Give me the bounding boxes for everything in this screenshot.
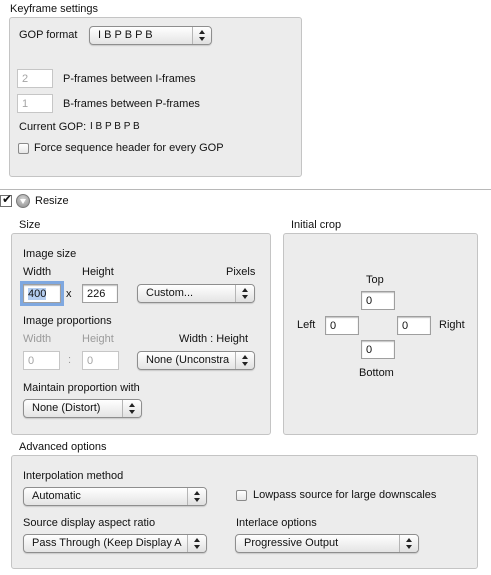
- ratio-label: Width : Height: [179, 333, 249, 345]
- b-frames-label: B-frames between P-frames: [63, 98, 200, 110]
- keyframe-settings-title: Keyframe settings: [10, 3, 99, 15]
- b-frames-field[interactable]: 1: [17, 94, 53, 113]
- interpolation-value: Automatic: [32, 490, 81, 502]
- crop-left-label: Left: [297, 319, 316, 331]
- ratio-preset-popup[interactable]: None (Unconstra: [137, 351, 255, 370]
- aspect-ratio-value: Pass Through (Keep Display A: [32, 537, 182, 549]
- p-frames-field[interactable]: 2: [17, 69, 53, 88]
- section-divider: [0, 189, 491, 190]
- prop-height-field[interactable]: 0: [82, 351, 119, 370]
- prop-width-field[interactable]: 0: [23, 351, 60, 370]
- image-proportions-label: Image proportions: [23, 315, 112, 327]
- aspect-ratio-popup[interactable]: Pass Through (Keep Display A: [23, 534, 207, 553]
- aspect-ratio-label: Source display aspect ratio: [23, 517, 156, 529]
- resize-label: Resize: [35, 195, 69, 207]
- initial-crop-title: Initial crop: [291, 219, 342, 231]
- popup-arrows-icon: [235, 285, 254, 302]
- popup-arrows-icon: [235, 352, 254, 369]
- size-preset-popup[interactable]: Custom...: [137, 284, 255, 303]
- popup-arrows-icon: [399, 535, 418, 552]
- gop-format-label: GOP format: [19, 29, 78, 41]
- popup-arrows-icon: [122, 400, 141, 417]
- popup-arrows-icon: [192, 27, 211, 44]
- current-gop-value: I B P B P B: [90, 121, 140, 132]
- width-field[interactable]: 400: [20, 281, 64, 306]
- p-frames-label: P-frames between I-frames: [63, 73, 196, 85]
- height-label: Height: [82, 266, 114, 278]
- lowpass-label: Lowpass source for large downscales: [253, 489, 437, 501]
- size-preset-value: Custom...: [146, 287, 194, 299]
- popup-arrows-icon: [187, 488, 206, 505]
- gop-format-value: I B P B P B: [98, 29, 153, 41]
- colon: :: [68, 354, 72, 366]
- force-header-checkbox[interactable]: [18, 143, 29, 154]
- ratio-preset-value: None (Unconstra: [146, 354, 230, 366]
- crop-top-field[interactable]: 0: [361, 291, 395, 310]
- width-value: 400: [28, 288, 47, 300]
- initial-crop-group: [283, 233, 478, 435]
- height-field[interactable]: 226: [82, 284, 118, 303]
- resize-checkbox[interactable]: [0, 192, 12, 207]
- current-gop-label: Current GOP:: [19, 121, 87, 133]
- pixels-label: Pixels: [226, 266, 256, 278]
- popup-arrows-icon: [187, 535, 206, 552]
- crop-bottom-field[interactable]: 0: [361, 340, 395, 359]
- crop-right-label: Right: [439, 319, 465, 331]
- disclosure-triangle-icon[interactable]: [16, 194, 30, 208]
- interpolation-label: Interpolation method: [23, 470, 124, 482]
- maintain-label: Maintain proportion with: [23, 382, 140, 394]
- maintain-popup[interactable]: None (Distort): [23, 399, 142, 418]
- crop-bottom-label: Bottom: [359, 367, 394, 379]
- force-header-label: Force sequence header for every GOP: [34, 142, 224, 154]
- width-label: Width: [23, 266, 52, 278]
- times-sign: x: [66, 288, 72, 300]
- crop-left-field[interactable]: 0: [325, 316, 359, 335]
- prop-height-label: Height: [82, 333, 114, 345]
- image-size-label: Image size: [23, 248, 77, 260]
- maintain-value: None (Distort): [32, 402, 101, 414]
- interlace-popup[interactable]: Progressive Output: [235, 534, 419, 553]
- size-title: Size: [19, 219, 41, 231]
- interpolation-popup[interactable]: Automatic: [23, 487, 207, 506]
- interlace-value: Progressive Output: [244, 537, 339, 549]
- crop-top-label: Top: [366, 274, 384, 286]
- interlace-label: Interlace options: [236, 517, 317, 529]
- prop-width-label: Width: [23, 333, 52, 345]
- gop-format-popup[interactable]: I B P B P B: [89, 26, 212, 45]
- advanced-options-title: Advanced options: [19, 441, 107, 453]
- lowpass-checkbox[interactable]: [236, 490, 247, 501]
- crop-right-field[interactable]: 0: [397, 316, 431, 335]
